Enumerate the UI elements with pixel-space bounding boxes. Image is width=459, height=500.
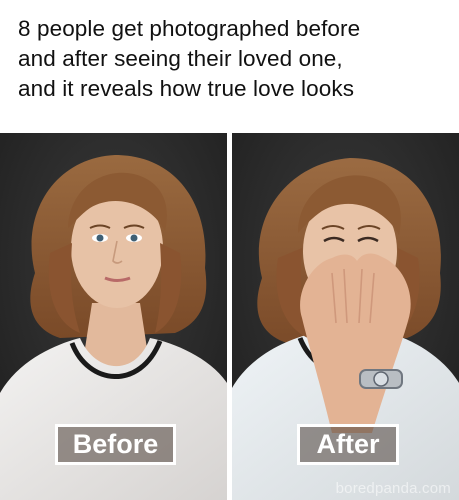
caption-text: 8 people get photographed before and aft… (18, 16, 361, 101)
after-label: After (297, 424, 399, 465)
before-photo: Before (0, 133, 227, 500)
source-watermark: boredpanda.com (335, 480, 451, 497)
after-photo: After boredpanda.com (232, 133, 459, 500)
caption-panel: 8 people get photographed before and aft… (0, 0, 459, 133)
before-label: Before (55, 424, 176, 465)
